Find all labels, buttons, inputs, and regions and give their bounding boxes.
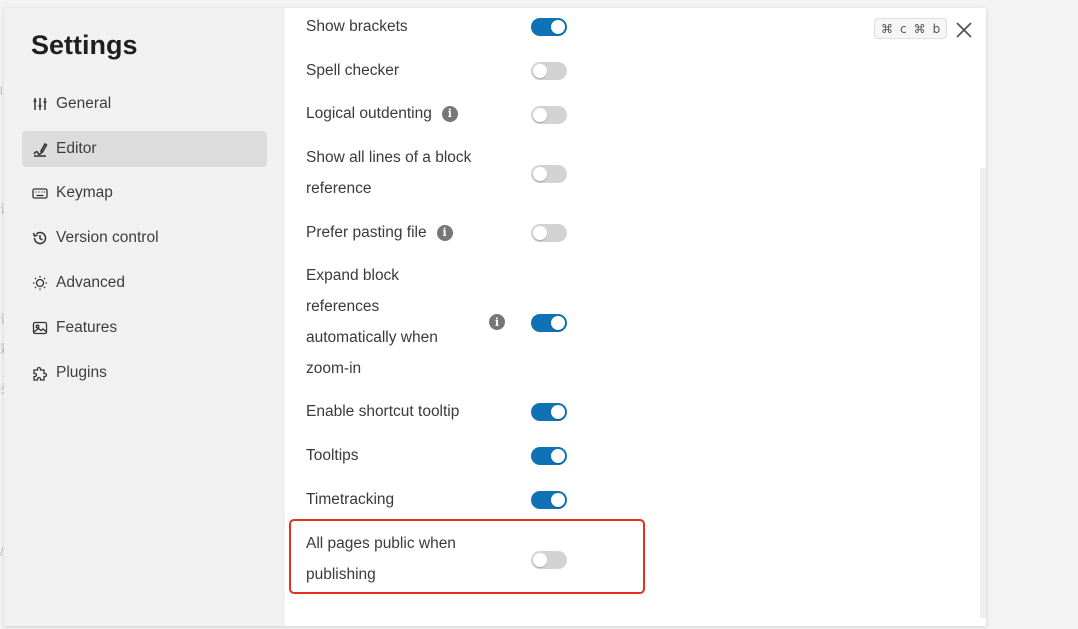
setting-label-text: Logical outdenting (306, 105, 432, 122)
settings-modal: Settings General Editor Keymap Version c… (4, 8, 986, 626)
sidebar-item-label: General (56, 95, 112, 112)
setting-label: Enable shortcut tooltip (306, 403, 460, 420)
info-icon[interactable]: i (489, 314, 505, 330)
backdrop-char: l (0, 84, 3, 98)
sidebar-item-plugins[interactable]: Plugins (22, 355, 267, 391)
pen-icon (32, 141, 48, 157)
shortcut-key: ⌘ (881, 21, 893, 36)
settings-content: Show brackets Spell checker Logical outd… (285, 8, 986, 626)
shortcut-key: c (900, 21, 907, 36)
sidebar-item-label: Features (56, 319, 118, 336)
shortcut-hint: ⌘ c ⌘ b (874, 18, 948, 39)
sidebar-item-label: Editor (56, 140, 97, 157)
setting-label-line: zoom-in (306, 360, 362, 377)
setting-label: Logical outdenting i (306, 98, 458, 129)
toggle-tooltips[interactable] (531, 447, 567, 465)
puzzle-icon (32, 365, 48, 381)
sidebar-item-label: Advanced (56, 274, 125, 291)
toggle-shortcut-tooltip[interactable] (531, 403, 567, 421)
setting-label: Timetracking (306, 491, 395, 508)
scrollbar-track[interactable] (980, 168, 986, 618)
setting-label-line: Show all lines of a block (306, 149, 472, 166)
sliders-icon (32, 96, 48, 112)
toggle-logical-outdenting[interactable] (531, 106, 567, 124)
sidebar-item-keymap[interactable]: Keymap (22, 175, 267, 211)
setting-label-line: All pages public when (306, 535, 456, 552)
toggle-timetracking[interactable] (531, 491, 567, 509)
setting-label: Tooltips (306, 447, 359, 464)
setting-label: Show brackets (306, 18, 408, 35)
setting-label: Expand block references automatically wh… (306, 260, 438, 384)
toggle-show-brackets[interactable] (531, 18, 567, 36)
sidebar-item-version-control[interactable]: Version control (22, 220, 267, 256)
setting-label: Prefer pasting file i (306, 217, 453, 248)
setting-label: Spell checker (306, 62, 400, 79)
sidebar-item-label: Keymap (56, 184, 113, 201)
toggle-all-pages-public[interactable] (531, 551, 567, 569)
info-icon[interactable]: i (436, 224, 453, 241)
setting-label: Show all lines of a block reference (306, 142, 471, 204)
image-icon (32, 320, 48, 336)
info-icon[interactable]: i (441, 105, 458, 122)
sidebar-item-editor[interactable]: Editor (22, 131, 267, 167)
sidebar-item-label: Version control (56, 229, 159, 246)
close-icon[interactable] (954, 20, 974, 40)
setting-label-line: Expand block (306, 267, 400, 284)
setting-label-line: automatically when (306, 329, 438, 346)
shortcut-key: b (932, 21, 941, 36)
toggle-show-all-lines[interactable] (531, 165, 567, 183)
sidebar-item-general[interactable]: General (22, 86, 267, 122)
settings-title: Settings (31, 30, 138, 60)
backdrop-char: / (0, 545, 4, 559)
setting-label-line: reference (306, 180, 372, 197)
sidebar-item-label: Plugins (56, 364, 107, 381)
toggle-spell-checker[interactable] (531, 62, 567, 80)
setting-label: All pages public when publishing (306, 528, 456, 590)
settings-sidebar: Settings General Editor Keymap Version c… (4, 8, 285, 626)
setting-label-line: publishing (306, 566, 376, 583)
history-icon (32, 230, 48, 246)
shortcut-key: ⌘ (913, 21, 926, 36)
toggle-prefer-pasting-file[interactable] (531, 224, 567, 242)
sidebar-item-advanced[interactable]: Advanced (22, 265, 267, 301)
bulb-icon (32, 275, 48, 291)
sidebar-item-features[interactable]: Features (22, 310, 267, 346)
setting-label-line: references (306, 298, 380, 315)
keyboard-icon (32, 185, 48, 201)
setting-label-text: Prefer pasting file (306, 224, 427, 241)
toggle-expand-block-references[interactable] (531, 314, 567, 332)
